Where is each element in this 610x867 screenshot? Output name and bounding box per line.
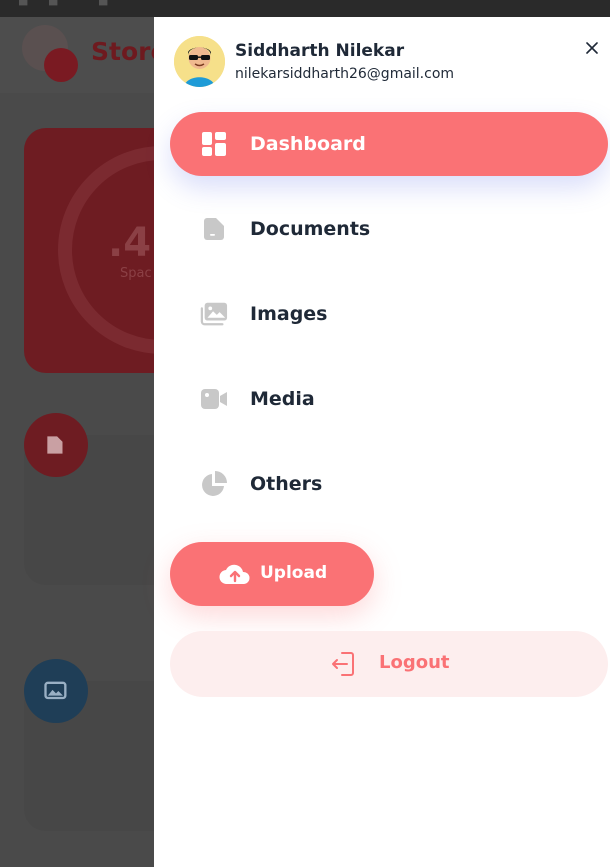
nav-item-label: Dashboard: [250, 133, 366, 155]
nav-item-dashboard[interactable]: Dashboard: [170, 112, 608, 176]
nav-item-label: Others: [250, 473, 323, 495]
window-top-bar: ■ ■ ■: [0, 0, 610, 17]
documents-bubble: [24, 413, 88, 477]
user-name: Siddharth Nilekar: [235, 41, 405, 61]
nav-item-label: Media: [250, 388, 315, 410]
video-icon: [200, 385, 228, 413]
nav-item-documents[interactable]: Documents: [170, 197, 608, 261]
upload-button[interactable]: Upload: [170, 542, 374, 606]
images-icon: [200, 300, 228, 328]
upload-label: Upload: [260, 563, 328, 583]
document-icon: [200, 215, 228, 243]
nav-item-label: Images: [250, 303, 328, 325]
user-avatar: [174, 36, 225, 87]
nav-item-label: Documents: [250, 218, 371, 240]
close-drawer-button[interactable]: [582, 38, 602, 58]
pie-chart-icon: [200, 470, 228, 498]
images-bubble: [24, 659, 88, 723]
logout-button[interactable]: Logout: [170, 631, 608, 697]
window-icon: ■: [18, 0, 29, 7]
nav-item-media[interactable]: Media: [170, 367, 608, 431]
nav-item-images[interactable]: Images: [170, 282, 608, 346]
storage-value: .4: [108, 220, 152, 266]
app-logo-accent: [44, 48, 78, 82]
dashboard-icon: [200, 130, 228, 158]
mobile-nav-drawer: Siddharth Nilekar nilekarsiddharth26@gma…: [154, 17, 610, 867]
nav-item-others[interactable]: Others: [170, 452, 608, 516]
images-icon: [44, 681, 67, 700]
close-icon: [586, 42, 598, 54]
cloud-upload-icon: [219, 564, 250, 585]
logout-icon: [332, 652, 354, 676]
document-icon: [47, 436, 63, 454]
storage-label: Spac: [120, 266, 152, 281]
window-icon: ■: [48, 0, 59, 7]
window-icon: ■: [98, 0, 109, 7]
logout-label: Logout: [379, 652, 450, 673]
user-email: nilekarsiddharth26@gmail.com: [235, 66, 455, 82]
user-profile: Siddharth Nilekar nilekarsiddharth26@gma…: [174, 36, 610, 88]
